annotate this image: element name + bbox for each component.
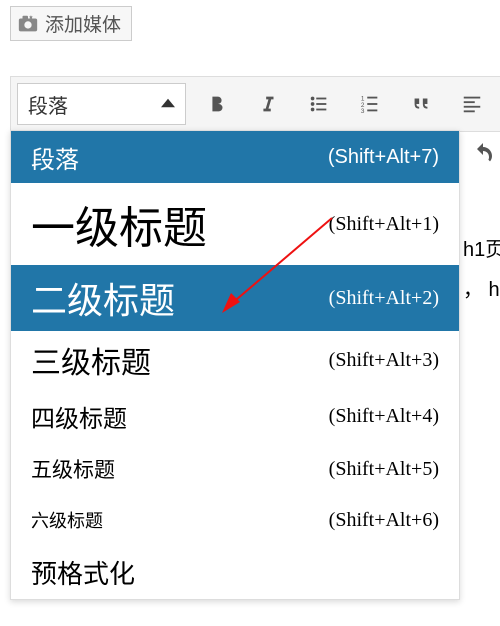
bold-button[interactable] [197, 84, 237, 124]
bullet-list-button[interactable] [299, 84, 339, 124]
quote-button[interactable] [401, 84, 441, 124]
content-peek-line: ， h [463, 270, 500, 310]
format-option-label: 预格式化 [31, 554, 439, 591]
format-option-label: 四级标题 [31, 399, 329, 434]
format-option-label: 段落 [31, 140, 328, 175]
format-option-shortcut: (Shift+Alt+2) [329, 287, 439, 310]
format-option-heading5[interactable]: 五级标题 (Shift+Alt+5) [11, 443, 459, 495]
format-option-heading1[interactable]: 一级标题 (Shift+Alt+1) [11, 183, 459, 265]
format-dropdown: 段落 (Shift+Alt+7) 一级标题 (Shift+Alt+1) 二级标题… [10, 130, 460, 600]
format-option-label: 二级标题 [31, 272, 329, 324]
format-option-shortcut: (Shift+Alt+5) [329, 458, 439, 481]
undo-button[interactable] [465, 130, 500, 178]
format-option-heading6[interactable]: 六级标题 (Shift+Alt+6) [11, 495, 459, 545]
italic-button[interactable] [248, 84, 288, 124]
format-option-shortcut: (Shift+Alt+1) [329, 213, 439, 236]
editor-toolbar: 段落 123 [10, 76, 500, 132]
align-left-button[interactable] [452, 84, 492, 124]
format-option-label: 三级标题 [31, 338, 329, 382]
format-option-heading2[interactable]: 二级标题 (Shift+Alt+2) [11, 265, 459, 331]
numbered-list-button[interactable]: 123 [350, 84, 390, 124]
content-peek: h1页 ， h [463, 230, 500, 310]
format-select-value: 段落 [28, 90, 68, 119]
caret-up-icon [161, 93, 175, 116]
content-peek-line: h1页 [463, 230, 500, 270]
format-option-shortcut: (Shift+Alt+3) [329, 349, 439, 372]
format-option-heading3[interactable]: 三级标题 (Shift+Alt+3) [11, 331, 459, 389]
camera-icon [17, 13, 39, 35]
format-option-shortcut: (Shift+Alt+6) [329, 509, 439, 532]
format-option-label: 一级标题 [31, 192, 329, 256]
format-option-label: 六级标题 [31, 507, 329, 533]
format-option-heading4[interactable]: 四级标题 (Shift+Alt+4) [11, 389, 459, 443]
format-option-preformatted[interactable]: 预格式化 [11, 545, 459, 599]
format-option-shortcut: (Shift+Alt+4) [329, 405, 439, 428]
format-option-label: 五级标题 [31, 454, 329, 484]
add-media-button[interactable]: 添加媒体 [10, 6, 132, 41]
format-option-shortcut: (Shift+Alt+7) [328, 146, 439, 169]
svg-text:3: 3 [361, 108, 365, 115]
format-option-paragraph[interactable]: 段落 (Shift+Alt+7) [11, 131, 459, 183]
format-select[interactable]: 段落 [17, 83, 186, 125]
add-media-label: 添加媒体 [45, 10, 121, 37]
